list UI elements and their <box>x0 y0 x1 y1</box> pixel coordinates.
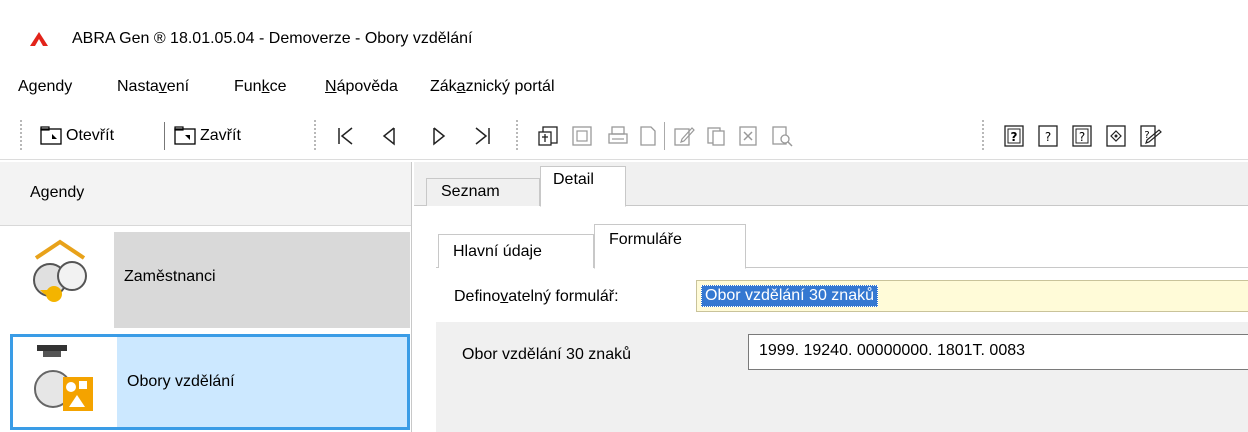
tab-label: Hlavní údaje <box>453 243 542 260</box>
svg-text:?: ? <box>1079 130 1085 144</box>
definable-form-select[interactable]: Obor vzdělání 30 znaků <box>696 280 1248 312</box>
new-document-icon[interactable] <box>636 124 660 148</box>
edit-icon[interactable] <box>672 124 696 148</box>
agenda-panel-header: Agendy <box>0 162 411 226</box>
copy-icon[interactable] <box>704 124 728 148</box>
delete-icon[interactable] <box>736 124 760 148</box>
find-icon[interactable] <box>770 124 794 148</box>
last-record-icon[interactable] <box>470 124 494 148</box>
agenda-item-label: Zaměstnanci <box>124 268 216 285</box>
menu-bar: Agendy Nastavení Funkce Nápověda Zákazni… <box>0 72 1248 104</box>
open-button[interactable]: Otevřít <box>40 122 114 150</box>
open-label: Otevřít <box>66 127 115 144</box>
close-icon <box>174 126 196 145</box>
toolbar-separator <box>164 122 165 150</box>
agenda-panel-title: Agendy <box>30 184 85 201</box>
main-tab-strip: Seznam Detail <box>414 162 1248 207</box>
tab-hlavni-udaje[interactable]: Hlavní údaje <box>438 234 594 268</box>
previous-record-icon[interactable] <box>378 124 402 148</box>
custom-form-area: Obor vzdělání 30 znaků 1999. 19240. 0000… <box>436 322 1248 432</box>
menu-nastaveni[interactable]: Nastavení <box>117 78 189 96</box>
title-bar: ABRA Gen ® 18.01.05.04 - Demoverze - Obo… <box>0 0 1248 68</box>
tab-label: Formuláře <box>609 231 682 248</box>
toolbar-separator <box>664 122 665 150</box>
agenda-item-label: Obory vzdělání <box>127 373 235 390</box>
export-icon[interactable] <box>570 124 594 148</box>
context-help-icon[interactable]: ? <box>1036 124 1060 148</box>
print-icon[interactable] <box>606 124 630 148</box>
education-fields-icon <box>13 337 117 427</box>
tab-label: Seznam <box>441 183 500 200</box>
detail-panel: Seznam Detail Hlavní údaje Formuláře Def… <box>414 162 1248 432</box>
definable-form-label: Definovatelný formulář: <box>454 288 619 305</box>
close-label: Zavřít <box>200 127 241 144</box>
toolbar-grip[interactable] <box>982 120 984 150</box>
menu-agendy[interactable]: Agendy <box>18 78 72 96</box>
svg-text:?: ? <box>1144 130 1149 141</box>
next-record-icon[interactable] <box>426 124 450 148</box>
svg-text:?: ? <box>1045 130 1051 144</box>
tab-seznam[interactable]: Seznam <box>426 178 540 206</box>
agenda-panel: Agendy Zaměstnanci Obory vzdělání <box>0 162 412 432</box>
toolbar-grip[interactable] <box>20 120 22 150</box>
menu-funkce[interactable]: Funkce <box>234 78 286 96</box>
toolbar: Otevřít Zavřít ? ? ? ? <box>0 112 1248 160</box>
toolbar-grip[interactable] <box>516 120 518 150</box>
definable-form-value: Obor vzdělání 30 znaků <box>701 285 878 307</box>
tab-detail[interactable]: Detail <box>540 166 626 207</box>
agenda-item-zamestnanci[interactable]: Zaměstnanci <box>10 232 410 328</box>
what-is-this-icon[interactable]: ? <box>1138 124 1162 148</box>
tab-formulare[interactable]: Formuláře <box>594 224 746 269</box>
help-index-icon[interactable] <box>1104 124 1128 148</box>
menu-napoveda[interactable]: Nápověda <box>325 78 398 96</box>
import-icon[interactable] <box>536 124 560 148</box>
svg-text:?: ? <box>1011 130 1018 144</box>
toolbar-grip[interactable] <box>314 120 316 150</box>
tab-label: Detail <box>553 171 594 188</box>
help-topics-icon[interactable]: ? <box>1070 124 1094 148</box>
help-icon[interactable]: ? <box>1002 124 1026 148</box>
employees-icon <box>10 232 114 328</box>
sub-tab-strip: Hlavní údaje Formuláře <box>436 222 1248 269</box>
window-title: ABRA Gen ® 18.01.05.04 - Demoverze - Obo… <box>72 30 473 47</box>
open-icon <box>40 126 62 145</box>
close-button[interactable]: Zavřít <box>174 122 241 150</box>
abra-logo-icon <box>30 32 48 46</box>
definable-form-row: Definovatelný formulář: Obor vzdělání 30… <box>436 270 1248 320</box>
education-field-input[interactable]: 1999. 19240. 00000000. 1801T. 0083 <box>748 334 1248 370</box>
menu-zakaznicky-portal[interactable]: Zákaznický portál <box>430 78 555 96</box>
education-field-label: Obor vzdělání 30 znaků <box>462 346 631 363</box>
first-record-icon[interactable] <box>334 124 358 148</box>
agenda-item-obory-vzdelani[interactable]: Obory vzdělání <box>10 334 410 430</box>
